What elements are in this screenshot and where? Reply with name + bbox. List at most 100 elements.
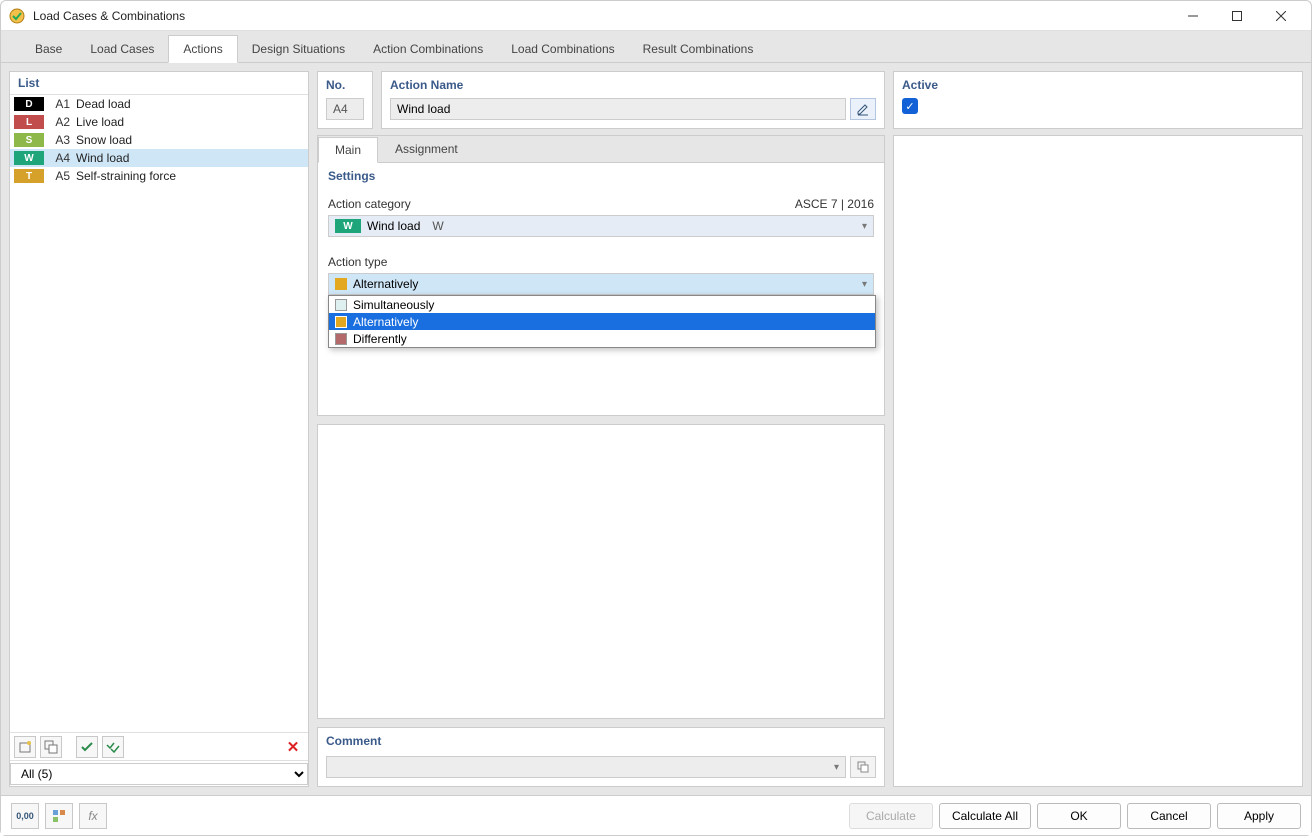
detail-right-empty	[893, 135, 1303, 787]
top-tab-action-combinations[interactable]: Action Combinations	[359, 36, 497, 62]
category-tag: W	[335, 219, 361, 233]
ok-button[interactable]: OK	[1037, 803, 1121, 829]
type-label: Action type	[328, 255, 387, 269]
list-item-name: Snow load	[76, 133, 304, 147]
main-area: List D A1 Dead load L A2 Live load S A3 Snow loa…	[1, 63, 1311, 795]
action-name-group: Action Name Wind load	[381, 71, 885, 129]
option-label: Differently	[353, 332, 407, 346]
calculate-all-button[interactable]: Calculate All	[939, 803, 1031, 829]
top-tab-load-combinations[interactable]: Load Combinations	[497, 36, 628, 62]
empty-panel	[317, 424, 885, 719]
detail-panel: No. A4 Action Name Wind load Active ✓	[317, 71, 1303, 787]
category-name: Wind load	[367, 219, 420, 233]
list-filter-select[interactable]: All (5)	[10, 763, 308, 785]
footer-function-button[interactable]: fx	[79, 803, 107, 829]
list-item-tag: L	[14, 115, 44, 129]
window-title: Load Cases & Combinations	[33, 9, 1171, 23]
apply-button[interactable]: Apply	[1217, 803, 1301, 829]
type-option[interactable]: Simultaneously	[329, 296, 875, 313]
list-item-tag: S	[14, 133, 44, 147]
category-label-row: Action category ASCE 7 | 2016	[328, 193, 874, 215]
no-field[interactable]: A4	[326, 98, 364, 120]
list-item[interactable]: TA5Self-straining force	[10, 167, 308, 185]
option-label: Alternatively	[353, 315, 418, 329]
list-item-name: Dead load	[76, 97, 304, 111]
inner-tab-main[interactable]: Main	[318, 137, 378, 163]
category-combo[interactable]: W Wind load W ▾	[328, 215, 874, 237]
comment-field[interactable]: ▾	[326, 756, 846, 778]
app-icon	[9, 8, 25, 24]
category-code: W	[432, 219, 443, 233]
top-tab-actions[interactable]: Actions	[168, 35, 237, 63]
list-item-id: A1	[50, 97, 70, 111]
minimize-button[interactable]	[1171, 2, 1215, 30]
settings-header: Settings	[318, 163, 884, 189]
list-item-name: Self-straining force	[76, 169, 304, 183]
detail-body-row: MainAssignment Settings Action category …	[317, 135, 1303, 787]
type-selected: Alternatively	[353, 277, 418, 291]
no-label: No.	[326, 76, 364, 98]
list-item-tag: D	[14, 97, 44, 111]
check-one-button[interactable]	[76, 736, 98, 758]
action-name-field[interactable]: Wind load	[390, 98, 846, 120]
inner-tabs: MainAssignment	[318, 136, 884, 163]
inner-tab-assignment[interactable]: Assignment	[378, 136, 475, 162]
comment-label: Comment	[326, 732, 876, 754]
list-item[interactable]: S A3 Snow load	[10, 131, 308, 149]
list-item-id: A5	[50, 169, 70, 183]
active-group: Active ✓	[893, 71, 1303, 129]
chevron-down-icon: ▾	[862, 221, 867, 232]
chevron-down-icon: ▾	[862, 279, 867, 290]
detail-header-row: No. A4 Action Name Wind load Active ✓	[317, 71, 1303, 129]
delete-item-button[interactable]: ✕	[282, 736, 304, 758]
footer-units-button[interactable]: 0,00	[11, 803, 39, 829]
type-label-row: Action type	[328, 251, 874, 273]
list-item[interactable]: D A1 Dead load	[10, 95, 308, 113]
footer: 0,00 fx Calculate Calculate All OK Cance…	[1, 795, 1311, 835]
list-rows: D A1 Dead load L A2 Live load S A3 Snow load WA4W…	[10, 95, 308, 732]
category-label: Action category	[328, 197, 411, 211]
option-swatch	[335, 299, 347, 311]
type-dropdown-list: Simultaneously Alternatively Differently	[328, 295, 876, 348]
close-button[interactable]	[1259, 2, 1303, 30]
new-item-button[interactable]	[14, 736, 36, 758]
list-item[interactable]: WA4Wind load	[10, 149, 308, 167]
top-tab-result-combinations[interactable]: Result Combinations	[629, 36, 768, 62]
no-group: No. A4	[317, 71, 373, 129]
list-panel: List D A1 Dead load L A2 Live load S A3 Snow loa…	[9, 71, 309, 787]
top-tabs: BaseLoad CasesActionsDesign SituationsAc…	[1, 31, 1311, 63]
list-item-id: A3	[50, 133, 70, 147]
list-item[interactable]: L A2 Live load	[10, 113, 308, 131]
type-dropdown: Alternatively ▾ SimultaneouslyAlternativ…	[328, 273, 874, 295]
top-tab-design-situations[interactable]: Design Situations	[238, 36, 359, 62]
comment-copy-button[interactable]	[850, 756, 876, 778]
option-swatch	[335, 333, 347, 345]
maximize-button[interactable]	[1215, 2, 1259, 30]
detail-left-column: MainAssignment Settings Action category …	[317, 135, 885, 787]
list-item-id: A2	[50, 115, 70, 129]
type-combo[interactable]: Alternatively ▾	[328, 273, 874, 295]
list-toolbar: ✕	[10, 732, 308, 760]
copy-item-button[interactable]	[40, 736, 62, 758]
category-standard: ASCE 7 | 2016	[795, 197, 874, 211]
list-filter: All (5)	[10, 760, 308, 786]
option-label: Simultaneously	[353, 298, 434, 312]
footer-tree-button[interactable]	[45, 803, 73, 829]
calculate-button: Calculate	[849, 803, 933, 829]
edit-name-button[interactable]	[850, 98, 876, 120]
check-all-button[interactable]	[102, 736, 124, 758]
list-item-name: Live load	[76, 115, 304, 129]
list-header: List	[10, 72, 308, 95]
comment-box: Comment ▾	[317, 727, 885, 787]
top-tab-base[interactable]: Base	[21, 36, 76, 62]
type-option[interactable]: Differently	[329, 330, 875, 347]
settings-box: MainAssignment Settings Action category …	[317, 135, 885, 416]
option-swatch	[335, 316, 347, 328]
titlebar: Load Cases & Combinations	[1, 1, 1311, 31]
type-option[interactable]: Alternatively	[329, 313, 875, 330]
cancel-button[interactable]: Cancel	[1127, 803, 1211, 829]
active-checkbox[interactable]: ✓	[902, 98, 918, 114]
list-item-name: Wind load	[76, 151, 304, 165]
active-label: Active	[902, 76, 1294, 98]
top-tab-load-cases[interactable]: Load Cases	[76, 36, 168, 62]
